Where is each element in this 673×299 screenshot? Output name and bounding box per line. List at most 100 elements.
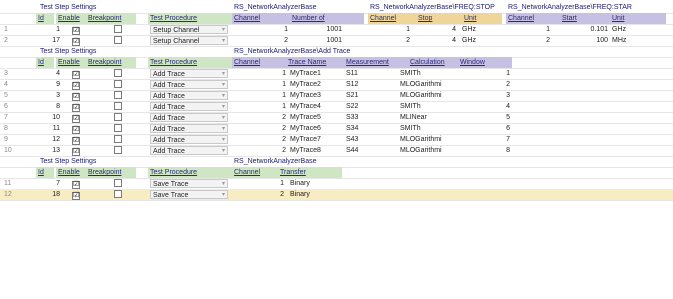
- id-header[interactable]: Id: [36, 57, 54, 68]
- enable-checkbox[interactable]: ☑: [72, 126, 80, 134]
- trace-name-header[interactable]: Trace Name: [286, 57, 344, 68]
- test-procedure-dropdown[interactable]: Add Trace ▾: [150, 146, 228, 155]
- breakpoint-header[interactable]: Breakpoint: [86, 167, 136, 178]
- breakpoint-checkbox[interactable]: [114, 91, 122, 99]
- channel-value[interactable]: 2: [232, 134, 288, 145]
- start-channel-value[interactable]: 2: [506, 35, 552, 46]
- breakpoint-checkbox[interactable]: [114, 190, 122, 198]
- number-of-points-value[interactable]: 1001: [290, 24, 344, 35]
- enable-checkbox[interactable]: ☑: [72, 82, 80, 90]
- trace-name-value[interactable]: MyTrace2: [288, 79, 342, 90]
- trace-name-value[interactable]: MyTrace7: [288, 134, 342, 145]
- channel-value[interactable]: 1: [232, 24, 290, 35]
- start-unit-value[interactable]: GHz: [610, 24, 650, 35]
- channel-value[interactable]: 1: [232, 178, 286, 189]
- channel-value[interactable]: 1: [232, 90, 288, 101]
- enable-header[interactable]: Enable: [56, 13, 86, 24]
- transfer-header[interactable]: Transfer: [278, 167, 342, 178]
- calculation-value[interactable]: MLOGarithmi: [398, 145, 462, 156]
- stop-channel-value[interactable]: 1: [368, 24, 412, 35]
- channel-value[interactable]: 1: [232, 101, 288, 112]
- breakpoint-checkbox[interactable]: [114, 179, 122, 187]
- trace-name-value[interactable]: MyTrace8: [288, 145, 342, 156]
- number-of-points-value[interactable]: 1001: [290, 35, 344, 46]
- breakpoint-checkbox[interactable]: [114, 102, 122, 110]
- channel-header[interactable]: Channel: [232, 167, 278, 178]
- channel-header[interactable]: Channel: [232, 13, 290, 24]
- enable-checkbox[interactable]: ☑: [72, 104, 80, 112]
- procedure-header[interactable]: Test Procedure: [148, 57, 232, 68]
- start-unit-value[interactable]: MHz: [610, 35, 650, 46]
- window-value[interactable]: 1: [462, 68, 512, 79]
- stop-value[interactable]: 4: [412, 35, 458, 46]
- window-value[interactable]: 4: [462, 101, 512, 112]
- window-value[interactable]: 2: [462, 79, 512, 90]
- enable-checkbox[interactable]: ☑: [72, 115, 80, 123]
- test-procedure-dropdown[interactable]: Add Trace ▾: [150, 80, 228, 89]
- stop-unit-value[interactable]: GHz: [460, 35, 500, 46]
- enable-checkbox[interactable]: ☑: [72, 148, 80, 156]
- test-procedure-dropdown[interactable]: Save Trace ▾: [150, 179, 228, 188]
- channel-header[interactable]: Channel: [232, 57, 286, 68]
- stop-value[interactable]: 4: [412, 24, 458, 35]
- test-procedure-dropdown[interactable]: Add Trace ▾: [150, 102, 228, 111]
- measurement-header[interactable]: Measurement: [344, 57, 408, 68]
- procedure-header[interactable]: Test Procedure: [148, 167, 232, 178]
- id-header[interactable]: Id: [36, 13, 54, 24]
- window-value[interactable]: 6: [462, 123, 512, 134]
- breakpoint-checkbox[interactable]: [114, 146, 122, 154]
- procedure-header[interactable]: Test Procedure: [148, 13, 232, 24]
- start-header[interactable]: Start: [560, 13, 610, 24]
- enable-checkbox[interactable]: ☑: [72, 27, 80, 35]
- calculation-value[interactable]: MLOGarithmi: [398, 90, 462, 101]
- unit-header[interactable]: Unit: [462, 13, 502, 24]
- trace-name-value[interactable]: MyTrace3: [288, 90, 342, 101]
- trace-name-value[interactable]: MyTrace5: [288, 112, 342, 123]
- test-procedure-dropdown[interactable]: Add Trace ▾: [150, 69, 228, 78]
- channel-value[interactable]: 2: [232, 35, 290, 46]
- window-value[interactable]: 3: [462, 90, 512, 101]
- stop-unit-value[interactable]: GHz: [460, 24, 500, 35]
- stop-header[interactable]: Stop: [416, 13, 462, 24]
- enable-header[interactable]: Enable: [56, 57, 86, 68]
- enable-checkbox[interactable]: ☑: [72, 71, 80, 79]
- calculation-value[interactable]: MLOGarithmi: [398, 134, 462, 145]
- start-value[interactable]: 100: [560, 35, 610, 46]
- breakpoint-checkbox[interactable]: [114, 124, 122, 132]
- breakpoint-checkbox[interactable]: [114, 135, 122, 143]
- number-of-points-header[interactable]: Number of: [290, 13, 364, 24]
- unit-header[interactable]: Unit: [610, 13, 666, 24]
- channel-header[interactable]: Channel: [368, 13, 416, 24]
- window-value[interactable]: 7: [462, 134, 512, 145]
- channel-value[interactable]: 2: [232, 189, 286, 200]
- breakpoint-checkbox[interactable]: [114, 113, 122, 121]
- test-procedure-dropdown[interactable]: Add Trace ▾: [150, 91, 228, 100]
- calculation-value[interactable]: SMITh: [398, 123, 462, 134]
- test-procedure-dropdown[interactable]: Save Trace ▾: [150, 190, 228, 199]
- enable-checkbox[interactable]: ☑: [72, 137, 80, 145]
- transfer-value[interactable]: Binary: [288, 189, 342, 200]
- enable-checkbox[interactable]: ☑: [72, 192, 80, 200]
- breakpoint-header[interactable]: Breakpoint: [86, 57, 136, 68]
- breakpoint-header[interactable]: Breakpoint: [86, 13, 136, 24]
- breakpoint-checkbox[interactable]: [114, 36, 122, 44]
- window-value[interactable]: 5: [462, 112, 512, 123]
- calculation-header[interactable]: Calculation: [408, 57, 458, 68]
- breakpoint-checkbox[interactable]: [114, 25, 122, 33]
- enable-header[interactable]: Enable: [56, 167, 86, 178]
- calculation-value[interactable]: SMITh: [398, 68, 462, 79]
- transfer-value[interactable]: Binary: [288, 178, 342, 189]
- test-procedure-dropdown[interactable]: Add Trace ▾: [150, 124, 228, 133]
- channel-value[interactable]: 2: [232, 112, 288, 123]
- stop-channel-value[interactable]: 2: [368, 35, 412, 46]
- window-value[interactable]: 8: [462, 145, 512, 156]
- start-channel-value[interactable]: 1: [506, 24, 552, 35]
- breakpoint-checkbox[interactable]: [114, 80, 122, 88]
- channel-value[interactable]: 2: [232, 123, 288, 134]
- test-procedure-dropdown[interactable]: Setup Channel ▾: [150, 36, 228, 45]
- start-value[interactable]: 0.101: [560, 24, 610, 35]
- breakpoint-checkbox[interactable]: [114, 69, 122, 77]
- enable-checkbox[interactable]: ☑: [72, 38, 80, 46]
- channel-value[interactable]: 1: [232, 68, 288, 79]
- id-header[interactable]: Id: [36, 167, 54, 178]
